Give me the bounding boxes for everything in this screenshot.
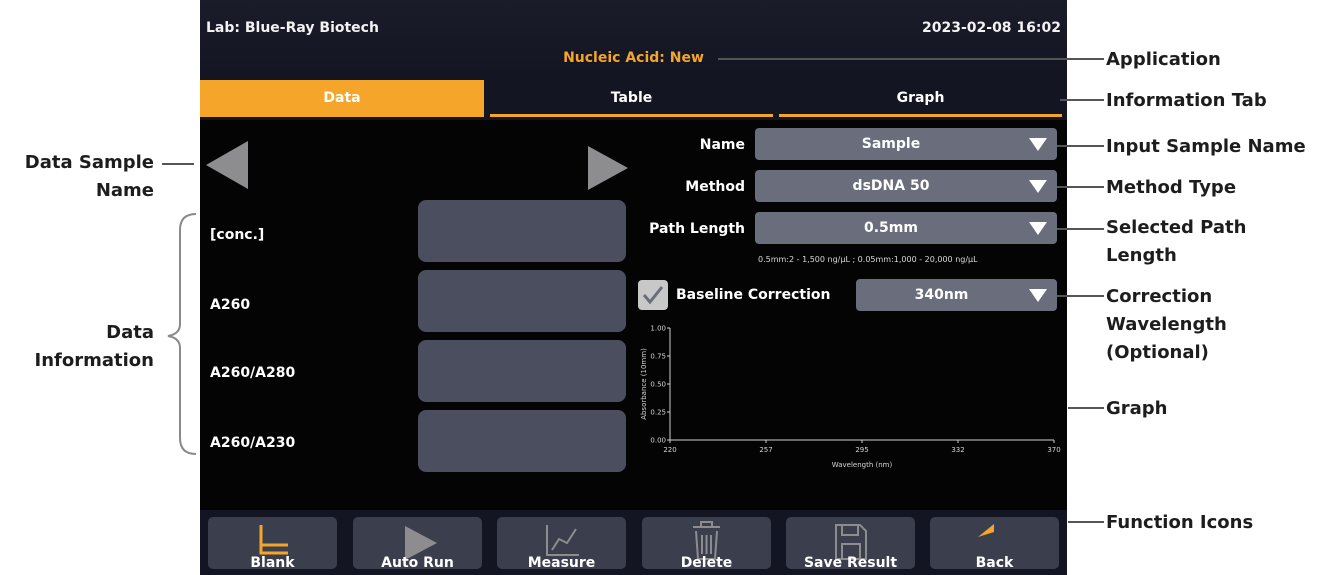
lab-name: Lab: Blue-Ray Biotech — [206, 20, 379, 36]
annotation-correction-1: Correction — [1106, 286, 1213, 307]
a260-a280-label: A260/A280 — [210, 365, 296, 381]
annotation-selected-path-length-2: Length — [1106, 245, 1177, 266]
y-tick-label: 0.75 — [650, 353, 666, 361]
save-result-label: Save Result — [803, 555, 898, 571]
function-icons-callout-line — [1068, 521, 1104, 523]
path-length-dropdown[interactable]: 0.5mm — [755, 212, 1057, 244]
data-information-brace — [167, 213, 197, 455]
a260-value-box — [418, 270, 626, 332]
method-value: dsDNA 50 — [852, 178, 930, 194]
annotation-data-information-1: Data — [106, 322, 154, 343]
tab-graph[interactable]: Graph — [779, 80, 1062, 117]
baseline-wavelength-dropdown[interactable]: 340nm — [856, 279, 1057, 311]
x-tick-label: 370 — [1047, 446, 1060, 454]
tab-data[interactable]: Data — [200, 80, 484, 117]
method-dropdown[interactable]: dsDNA 50 — [755, 170, 1057, 202]
path-length-value: 0.5mm — [864, 220, 918, 236]
information-tab-callout-line — [1060, 99, 1104, 101]
next-sample-arrow-icon[interactable] — [588, 146, 628, 190]
input-sample-name-callout-line — [1057, 145, 1104, 147]
y-tick-label: 0.25 — [650, 409, 666, 417]
name-dropdown[interactable]: Sample — [755, 128, 1057, 160]
correction-callout-line — [1057, 295, 1104, 297]
path-length-label: Path Length — [649, 221, 745, 237]
conc-label: [conc.] — [210, 227, 265, 243]
annotation-application: Application — [1106, 49, 1221, 70]
y-tick-label: 1.00 — [650, 325, 666, 333]
annotation-data-sample-name-2: Name — [95, 180, 154, 201]
annotation-function-icons: Function Icons — [1106, 512, 1254, 533]
path-length-callout-line — [1057, 228, 1104, 230]
annotation-input-sample-name: Input Sample Name — [1106, 136, 1306, 157]
datetime: 2023-02-08 16:02 — [922, 20, 1061, 36]
chevron-down-icon — [1029, 289, 1047, 302]
conc-value-box — [418, 200, 626, 262]
chevron-down-icon — [1029, 222, 1047, 235]
annotation-selected-path-length-1: Selected Path — [1106, 217, 1247, 238]
tab-table[interactable]: Table — [490, 80, 773, 117]
path-range-note: 0.5mm:2 - 1,500 ng/μL ; 0.05mm:1,000 - 2… — [758, 255, 978, 264]
annotation-information-tab: Information Tab — [1106, 90, 1267, 111]
method-label: Method — [685, 179, 745, 195]
top-bar: Lab: Blue-Ray Biotech 2023-02-08 16:02 N… — [200, 0, 1067, 74]
a260-label: A260 — [210, 297, 251, 313]
chevron-down-icon — [1029, 138, 1047, 151]
device-screen: Lab: Blue-Ray Biotech 2023-02-08 16:02 N… — [200, 0, 1067, 575]
previous-sample-arrow-icon[interactable] — [206, 141, 248, 189]
y-tick-label: 0.00 — [650, 437, 666, 445]
annotation-correction-2: Wavelength — [1106, 314, 1227, 335]
back-label: Back — [975, 555, 1014, 571]
a260-a280-value-box — [418, 340, 626, 402]
annotation-data-information-2: Information — [34, 350, 154, 371]
a260-a230-label: A260/A230 — [210, 435, 296, 451]
y-tick-label: 0.50 — [650, 381, 666, 389]
delete-label: Delete — [680, 555, 733, 571]
annotation-correction-3: (Optional) — [1106, 342, 1209, 363]
a260-a230-value-box — [418, 410, 626, 472]
annotation-method-type: Method Type — [1106, 177, 1237, 198]
auto-run-label: Auto Run — [381, 555, 454, 571]
annotation-data-sample-name-1: Data Sample — [24, 152, 154, 173]
graph-callout-line — [1068, 407, 1104, 409]
baseline-checkbox[interactable] — [638, 280, 668, 310]
baseline-correction-label: Baseline Correction — [676, 287, 831, 303]
data-sample-name-callout-line — [162, 163, 194, 165]
method-type-callout-line — [1057, 186, 1104, 188]
y-axis-label: Absorbance (10mm) — [640, 348, 648, 420]
checkmark-icon — [642, 286, 664, 305]
x-tick-label: 295 — [855, 446, 868, 454]
name-value: Sample — [861, 136, 921, 152]
name-label: Name — [699, 137, 745, 153]
annotation-graph: Graph — [1106, 398, 1168, 419]
x-axis-label: Wavelength (nm) — [832, 461, 893, 469]
x-tick-label: 257 — [759, 446, 772, 454]
baseline-wavelength-value: 340nm — [914, 287, 969, 303]
absorbance-graph: 0.00 0.25 0.50 0.75 1.00 220 257 295 332 370 Abs… — [640, 325, 1061, 470]
x-tick-label: 220 — [663, 446, 676, 454]
application-callout-line — [718, 58, 1104, 60]
blank-label: Blank — [250, 555, 295, 571]
chevron-down-icon — [1029, 180, 1047, 193]
x-tick-label: 332 — [951, 446, 964, 454]
measure-label: Measure — [527, 555, 596, 571]
tab-bar: Data Table Graph — [200, 74, 1067, 120]
